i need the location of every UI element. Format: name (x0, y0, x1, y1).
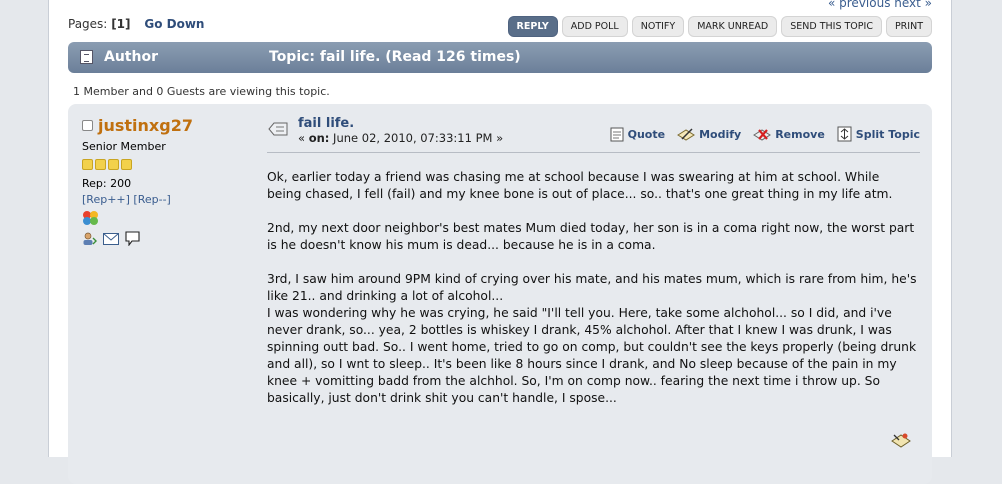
date-value: June 02, 2010, 07:33:11 PM » (333, 131, 504, 145)
poster-action-icons (82, 231, 252, 249)
rep-buttons: [Rep++] [Rep--] (82, 193, 252, 206)
pagination: Pages: [1] Go Down (68, 17, 204, 31)
topic-button-bar: REPLY ADD POLL NOTIFY MARK UNREAD SEND T… (507, 16, 932, 37)
topic-header-bar: Author Topic: fail life. (Read 126 times… (68, 42, 932, 73)
author-column-label: Author (104, 49, 158, 65)
remove-icon (753, 128, 772, 141)
split-topic-label: Split Topic (855, 127, 920, 141)
personal-message-icon[interactable] (125, 231, 140, 249)
notify-button[interactable]: NOTIFY (631, 16, 685, 37)
profile-icon[interactable] (82, 232, 97, 249)
quote-icon (610, 127, 624, 141)
go-down-link[interactable]: Go Down (144, 17, 204, 31)
post-paragraph: Ok, earlier today a friend was chasing m… (267, 170, 893, 201)
post-title-link[interactable]: fail life. (298, 116, 354, 131)
document-icon (80, 50, 93, 64)
post-header: fail life. « on: June 02, 2010, 07:33:11… (267, 116, 920, 153)
prev-next-links[interactable]: « previous next » (828, 0, 932, 10)
post-paragraph: 3rd, I saw him around 9PM kind of crying… (267, 272, 917, 405)
split-topic-button[interactable]: Split Topic (837, 126, 920, 142)
remove-button[interactable]: Remove (753, 126, 825, 142)
mark-unread-button[interactable]: MARK UNREAD (688, 16, 778, 37)
date-prefix: « (298, 131, 306, 145)
print-button[interactable]: PRINT (885, 16, 932, 37)
poster-username[interactable]: justinxg27 (98, 116, 193, 135)
member-group: Senior Member (82, 140, 166, 153)
rep-minus-button[interactable]: [Rep--] (133, 193, 170, 206)
prev-next-link[interactable]: « previous next » (828, 0, 932, 10)
post-container: justinxg27 Senior Member Rep: 200 [Rep++… (68, 104, 932, 484)
star-icon (121, 159, 132, 170)
pages-label: Pages: (68, 17, 108, 31)
remove-label: Remove (775, 127, 825, 141)
add-poll-button[interactable]: ADD POLL (561, 16, 628, 37)
post-body: Ok, earlier today a friend was chasing m… (267, 169, 917, 424)
split-topic-icon (837, 126, 852, 142)
reputation: Rep: 200 (82, 177, 132, 190)
email-icon[interactable] (103, 232, 119, 248)
star-icon (108, 159, 119, 170)
topic-title-header: Topic: fail life. (Read 126 times) (269, 49, 521, 65)
gender-badge-icon (82, 210, 98, 226)
modify-icon (677, 127, 696, 141)
modify-button[interactable]: Modify (677, 126, 741, 142)
poster-info: justinxg27 Senior Member Rep: 200 [Rep++… (82, 116, 252, 249)
date-on-label: on: (308, 131, 330, 145)
current-page[interactable]: [1] (111, 17, 130, 31)
post-actions: Quote Modify Remove Split Topic (610, 126, 920, 142)
post-paragraph: 2nd, my next door neighbor's best mates … (267, 221, 915, 252)
star-icon (82, 159, 93, 170)
viewers-info: 1 Member and 0 Guests are viewing this t… (73, 85, 330, 98)
report-to-moderator-icon[interactable] (891, 431, 911, 453)
reply-button[interactable]: REPLY (507, 16, 558, 37)
modify-label: Modify (699, 127, 742, 141)
rep-plus-button[interactable]: [Rep++] (82, 193, 130, 206)
rank-stars (82, 159, 252, 170)
post-topic-icon (267, 120, 289, 142)
poster-name-row: justinxg27 (82, 116, 252, 135)
offline-status-icon (82, 120, 93, 131)
post-date: « on: June 02, 2010, 07:33:11 PM » (298, 131, 503, 145)
send-topic-button[interactable]: SEND THIS TOPIC (781, 16, 882, 37)
quote-button[interactable]: Quote (610, 126, 665, 142)
quote-label: Quote (627, 127, 666, 141)
star-icon (95, 159, 106, 170)
